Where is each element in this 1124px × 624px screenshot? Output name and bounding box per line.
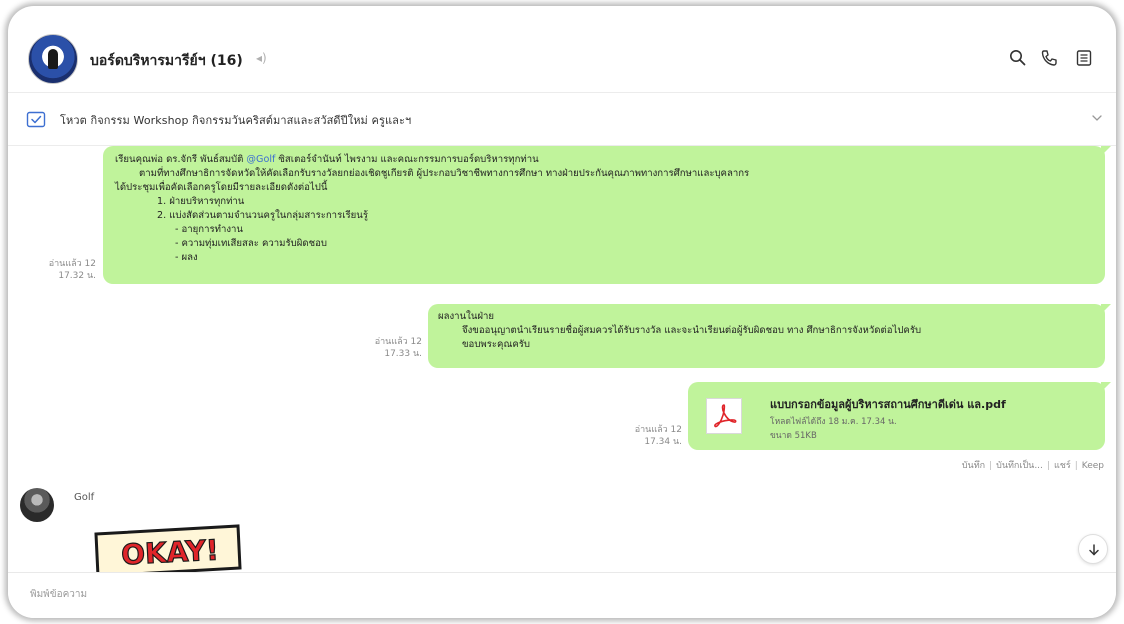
message-bubble[interactable]: เรียนคุณพ่อ ดร.จักรี พันธ์สมบัติ @Golf ซ… (103, 146, 1111, 284)
sender-avatar[interactable] (20, 488, 54, 522)
read-count: อ่านแล้ว 12 (634, 425, 682, 435)
message-time: 17.33 น. (384, 349, 422, 359)
save-link[interactable]: บันทึก (962, 461, 985, 471)
chat-header: บอร์ดบริหารมารีย์ฯ (16) ◂) (8, 6, 1116, 84)
phone-icon[interactable] (1039, 48, 1059, 68)
sender-name: Golf (74, 492, 95, 503)
message-line: - อายุการทำงาน (175, 224, 243, 235)
message-time: 17.32 น. (58, 271, 96, 281)
message-line: ผลงานในฝ่าย (438, 311, 495, 322)
share-link[interactable]: แชร์ (1054, 461, 1071, 471)
menu-icon[interactable] (1074, 48, 1094, 68)
read-count: อ่านแล้ว 12 (374, 337, 422, 347)
message-line: ตามที่ทางศึกษาธิการจัดหวัดให้คัดเลือกรับ… (139, 168, 750, 179)
message-line: 2. แบ่งสัดส่วนตามจำนวนครูในกลุ่มสาระการเ… (157, 210, 368, 221)
sticker-text: OKAY! (120, 533, 219, 571)
calendar-check-icon (26, 111, 46, 128)
message-line: ขอบพระคุณครับ (462, 339, 531, 350)
pdf-file-icon (706, 398, 742, 434)
save-as-link[interactable]: บันทึกเป็น... (996, 461, 1043, 471)
file-expiry: โหลดไฟล์ได้ถึง 18 ม.ค. 17.34 น. (770, 417, 897, 427)
scroll-to-bottom-button[interactable] (1078, 534, 1108, 564)
message-line: เรียนคุณพ่อ ดร.จักรี พันธ์สมบัติ @Golf ซ… (115, 153, 1093, 167)
message-input[interactable] (30, 589, 930, 600)
read-count: อ่านแล้ว 12 (48, 259, 96, 269)
file-name[interactable]: แบบกรอกข้อมูลผู้บริหารสถานศึกษาดีเด่น แล… (770, 398, 1006, 412)
announcement-bar[interactable]: โหวต กิจกรรม Workshop กิจกรรมวันคริสต์มา… (8, 92, 1116, 146)
message-composer (8, 572, 1116, 618)
message-line: - ความทุ่มเทเสียสละ ความรับผิดชอบ (175, 238, 327, 249)
message-line: 1. ฝ่ายบริหารทุกท่าน (157, 196, 245, 207)
chevron-down-icon[interactable] (1090, 111, 1104, 125)
chat-window: บอร์ดบริหารมารีย์ฯ (16) ◂) โหวต กิจกรรม … (8, 6, 1116, 618)
file-message-bubble[interactable]: แบบกรอกข้อมูลผู้บริหารสถานศึกษาดีเด่น แล… (688, 382, 1111, 450)
message-text: เรียนคุณพ่อ ดร.จักรี พันธ์สมบัติ (115, 154, 247, 165)
message-time: 17.34 น. (644, 437, 682, 447)
group-avatar[interactable] (28, 34, 78, 84)
message-read-status: อ่านแล้ว 12 17.32 น. (22, 258, 96, 282)
message-line: ได้ประชุมเพื่อคัดเลือกครูโดยมีรายละเอียด… (115, 182, 328, 193)
arrow-down-icon (1089, 544, 1099, 556)
announcement-text: โหวต กิจกรรม Workshop กิจกรรมวันคริสต์มา… (60, 114, 412, 127)
file-actions: บันทึก | บันทึกเป็น... | แชร์ | Keep (961, 461, 1104, 471)
message-line: จึงขออนุญาตนำเรียนรายชื่อผู้สมควรได้รับร… (462, 325, 922, 336)
search-icon[interactable] (1008, 48, 1028, 68)
keep-link[interactable]: Keep (1082, 461, 1104, 471)
mention-tag[interactable]: @Golf (246, 154, 275, 165)
message-read-status: อ่านแล้ว 12 17.34 น. (608, 424, 682, 448)
file-size: ขนาด 51KB (770, 431, 817, 441)
message-read-status: อ่านแล้ว 12 17.33 น. (348, 336, 422, 360)
message-bubble[interactable]: ผลงานในฝ่าย จึงขออนุญาตนำเรียนรายชื่อผู้… (428, 304, 1111, 368)
message-line: - ผลง (175, 252, 198, 263)
message-text: ซิสเตอร์จำนันท์ ไพรงาม และคณะกรรมการบอร์… (275, 154, 539, 165)
mute-icon: ◂) (256, 51, 267, 65)
chat-title[interactable]: บอร์ดบริหารมารีย์ฯ (16) (90, 50, 243, 72)
